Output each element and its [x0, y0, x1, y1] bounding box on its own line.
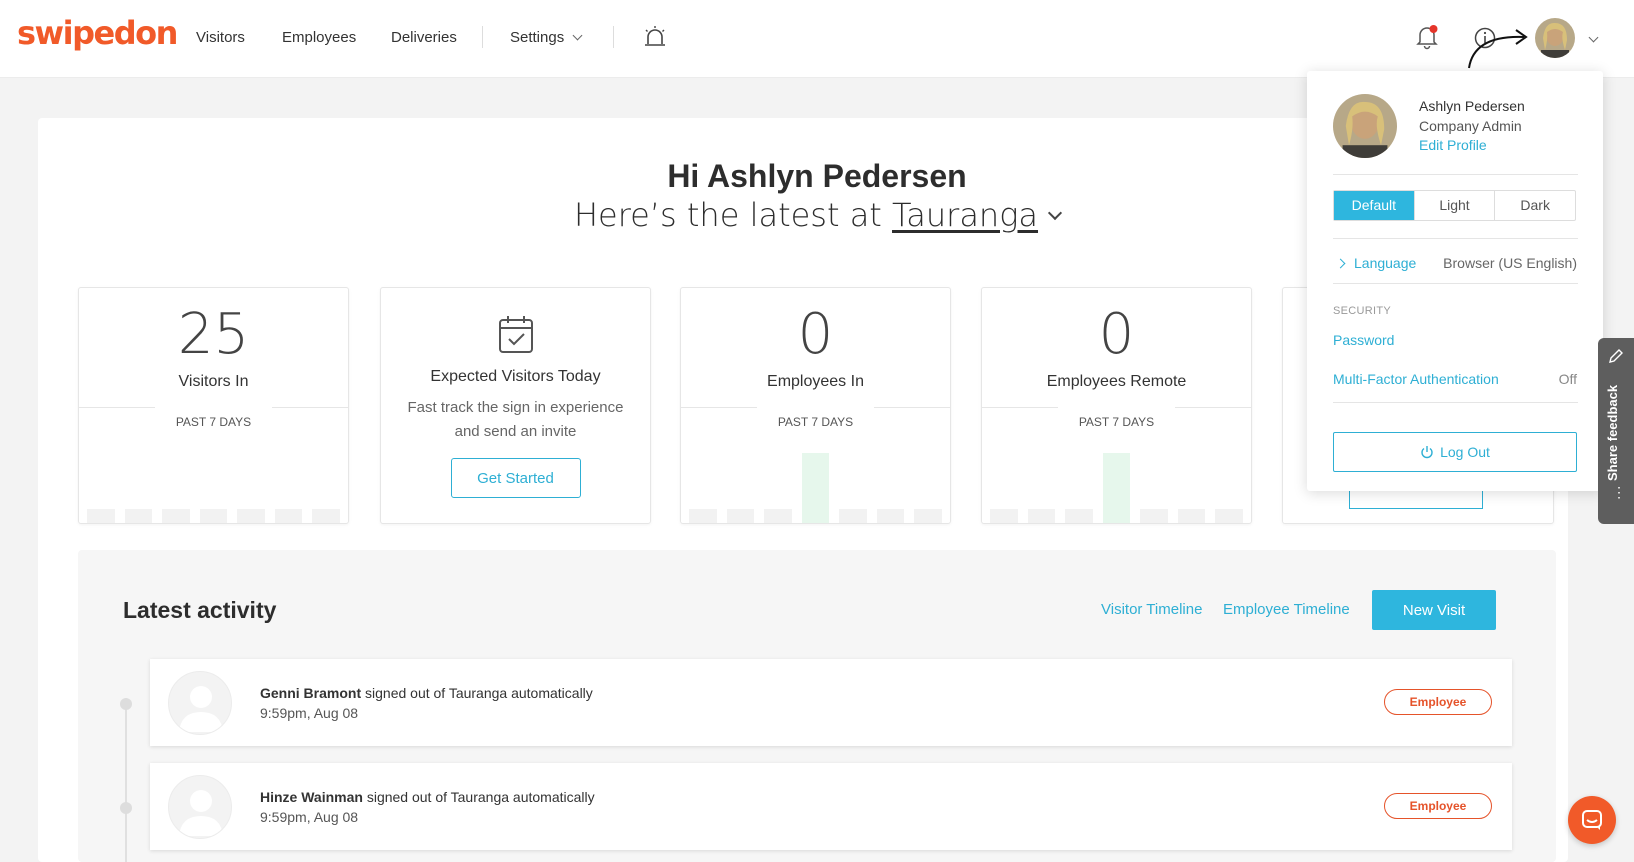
- timeline-dot: [120, 802, 132, 814]
- activity-title: Latest activity: [123, 597, 277, 623]
- timeline-dot: [120, 698, 132, 710]
- stat-value: 25: [177, 302, 250, 367]
- description-line: and send an invite: [454, 423, 577, 440]
- user-avatar[interactable]: [1535, 18, 1575, 58]
- annotation-arrow: [1468, 29, 1528, 69]
- divider: [1333, 238, 1578, 239]
- stat-card-employees-in[interactable]: 0 Employees In PAST 7 DAYS: [680, 287, 951, 524]
- share-feedback-label[interactable]: Share feedback: [1605, 385, 1620, 481]
- stat-value: 0: [1098, 302, 1135, 367]
- password-link[interactable]: Password: [1333, 332, 1394, 348]
- activity-action: signed out of Tauranga automatically: [366, 789, 595, 805]
- activity-row[interactable]: Genni Bramont signed out of Tauranga aut…: [150, 659, 1512, 746]
- chevron-down-icon: [572, 30, 583, 41]
- stat-period: PAST 7 DAYS: [681, 407, 950, 429]
- divider: [1333, 402, 1578, 403]
- visitor-timeline-link[interactable]: Visitor Timeline: [1101, 601, 1202, 618]
- mfa-link[interactable]: Multi-Factor Authentication: [1333, 371, 1499, 387]
- theme-dark-button[interactable]: Dark: [1494, 191, 1575, 220]
- logout-label: Log Out: [1440, 444, 1490, 460]
- sparkline-bars: [990, 453, 1244, 523]
- person-name: Hinze Wainman: [260, 789, 363, 805]
- activity-row[interactable]: Hinze Wainman signed out of Tauranga aut…: [150, 763, 1512, 850]
- description-line: Fast track the sign in experience: [407, 399, 624, 416]
- divider: [1333, 174, 1578, 175]
- language-toggle[interactable]: Language: [1335, 255, 1417, 271]
- employee-badge: Employee: [1384, 793, 1492, 819]
- profile-role: Company Admin: [1419, 118, 1522, 134]
- nav-settings-label: Settings: [510, 29, 565, 46]
- timeline-line: [125, 705, 127, 862]
- employee-timeline-link[interactable]: Employee Timeline: [1223, 601, 1350, 618]
- language-value: Browser (US English): [1443, 255, 1577, 271]
- theme-light-button[interactable]: Light: [1413, 191, 1495, 220]
- sparkline-bars: [689, 453, 943, 523]
- mfa-status: Off: [1558, 371, 1577, 387]
- chat-launcher[interactable]: [1568, 796, 1616, 844]
- alarm-siren-icon[interactable]: [642, 24, 668, 50]
- nav-visitors[interactable]: Visitors: [196, 29, 245, 46]
- stat-card-expected-visitors: Expected Visitors Today Fast track the s…: [380, 287, 651, 524]
- nav-settings[interactable]: Settings: [510, 29, 583, 46]
- activity-time: 9:59pm, Aug 08: [260, 809, 359, 825]
- top-navigation-bar: swipedon Visitors Employees Deliveries S…: [0, 0, 1634, 78]
- chevron-right-icon: [1335, 258, 1346, 269]
- nav-divider: [613, 26, 614, 48]
- person-name: Genni Bramont: [260, 685, 362, 701]
- profile-avatar: [1333, 94, 1397, 158]
- activity-action: signed out of Tauranga automatically: [365, 685, 593, 701]
- employee-badge: Employee: [1384, 689, 1492, 715]
- chevron-down-icon[interactable]: [1588, 32, 1599, 43]
- chevron-down-icon[interactable]: [1047, 205, 1063, 221]
- stat-description: Fast track the sign in experience and se…: [381, 396, 650, 444]
- security-heading: SECURITY: [1333, 305, 1392, 317]
- nav-deliveries[interactable]: Deliveries: [391, 29, 457, 46]
- stat-label: Employees In: [767, 373, 864, 390]
- activity-text: Hinze Wainman signed out of Tauranga aut…: [260, 789, 595, 805]
- nav-employees[interactable]: Employees: [282, 29, 356, 46]
- logout-button[interactable]: Log Out: [1333, 432, 1577, 472]
- stat-label: Expected Visitors Today: [430, 368, 601, 385]
- avatar-placeholder: [168, 671, 232, 735]
- language-label: Language: [1354, 255, 1417, 271]
- stat-value: 0: [797, 302, 834, 367]
- greeting-prefix: Here’s the latest at: [573, 196, 882, 234]
- new-visit-button[interactable]: New Visit: [1372, 590, 1496, 630]
- chat-icon: [1582, 810, 1602, 830]
- theme-default-button[interactable]: Default: [1334, 191, 1414, 220]
- activity-text: Genni Bramont signed out of Tauranga aut…: [260, 685, 593, 701]
- profile-name: Ashlyn Pedersen: [1419, 98, 1525, 114]
- calendar-check-icon: [498, 316, 533, 353]
- divider: [1333, 283, 1578, 284]
- bell-icon[interactable]: [1416, 24, 1438, 50]
- stat-period: PAST 7 DAYS: [982, 407, 1251, 429]
- avatar-placeholder: [168, 775, 232, 839]
- sparkline-bars: [87, 453, 341, 523]
- get-started-button[interactable]: Get Started: [450, 458, 581, 498]
- location-selector[interactable]: Tauranga: [892, 196, 1038, 234]
- more-icon: ⋮: [1612, 484, 1626, 500]
- stat-card-visitors-in[interactable]: 25 Visitors In PAST 7 DAYS: [78, 287, 349, 524]
- stat-label: Visitors In: [178, 373, 249, 390]
- edit-profile-link[interactable]: Edit Profile: [1419, 137, 1487, 153]
- stat-card-employees-remote[interactable]: 0 Employees Remote PAST 7 DAYS: [981, 287, 1252, 524]
- nav-divider: [482, 26, 483, 48]
- pencil-icon: [1609, 349, 1623, 363]
- swipedon-logo[interactable]: swipedon: [17, 14, 178, 52]
- stat-label: Employees Remote: [1046, 373, 1187, 390]
- power-icon: [1421, 446, 1433, 459]
- activity-time: 9:59pm, Aug 08: [260, 705, 359, 721]
- profile-dropdown: Ashlyn Pedersen Company Admin Edit Profi…: [1307, 71, 1603, 491]
- stat-period: PAST 7 DAYS: [79, 407, 348, 429]
- theme-switcher: Default Light Dark: [1333, 190, 1576, 221]
